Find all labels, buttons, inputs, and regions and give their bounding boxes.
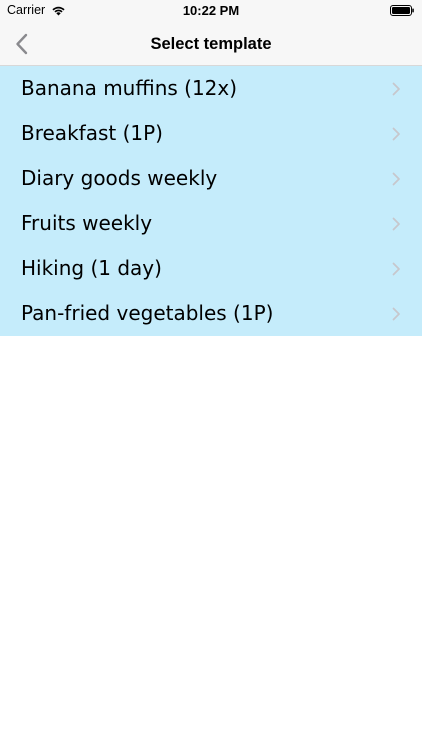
chevron-right-icon <box>392 172 400 186</box>
template-list: Banana muffins (12x) Breakfast (1P) Diar… <box>0 66 422 336</box>
template-row-banana-muffins[interactable]: Banana muffins (12x) <box>0 66 422 111</box>
back-button[interactable] <box>6 28 36 60</box>
chevron-right-icon <box>392 307 400 321</box>
chevron-right-icon <box>392 127 400 141</box>
template-row-label: Diary goods weekly <box>21 166 218 190</box>
template-row-pan-fried-vegetables[interactable]: Pan-fried vegetables (1P) <box>0 291 422 336</box>
chevron-right-icon <box>392 262 400 276</box>
template-row-fruits-weekly[interactable]: Fruits weekly <box>0 201 422 246</box>
template-row-label: Hiking (1 day) <box>21 256 162 280</box>
template-row-label: Breakfast (1P) <box>21 121 163 145</box>
chevron-right-icon <box>392 217 400 231</box>
template-row-diary-goods-weekly[interactable]: Diary goods weekly <box>0 156 422 201</box>
page-title: Select template <box>150 35 272 53</box>
template-row-label: Pan-fried vegetables (1P) <box>21 301 274 325</box>
template-row-hiking[interactable]: Hiking (1 day) <box>0 246 422 291</box>
chevron-left-icon <box>15 33 27 55</box>
status-bar: Carrier 10:22 PM <box>0 0 422 22</box>
template-row-breakfast[interactable]: Breakfast (1P) <box>0 111 422 156</box>
template-row-label: Banana muffins (12x) <box>21 76 238 100</box>
navigation-bar: Select template <box>0 22 422 66</box>
battery-icon <box>390 5 414 16</box>
chevron-right-icon <box>392 82 400 96</box>
status-time: 10:22 PM <box>182 3 240 18</box>
screen: Carrier 10:22 PM Select template Banana … <box>0 0 422 750</box>
template-row-label: Fruits weekly <box>21 211 153 235</box>
